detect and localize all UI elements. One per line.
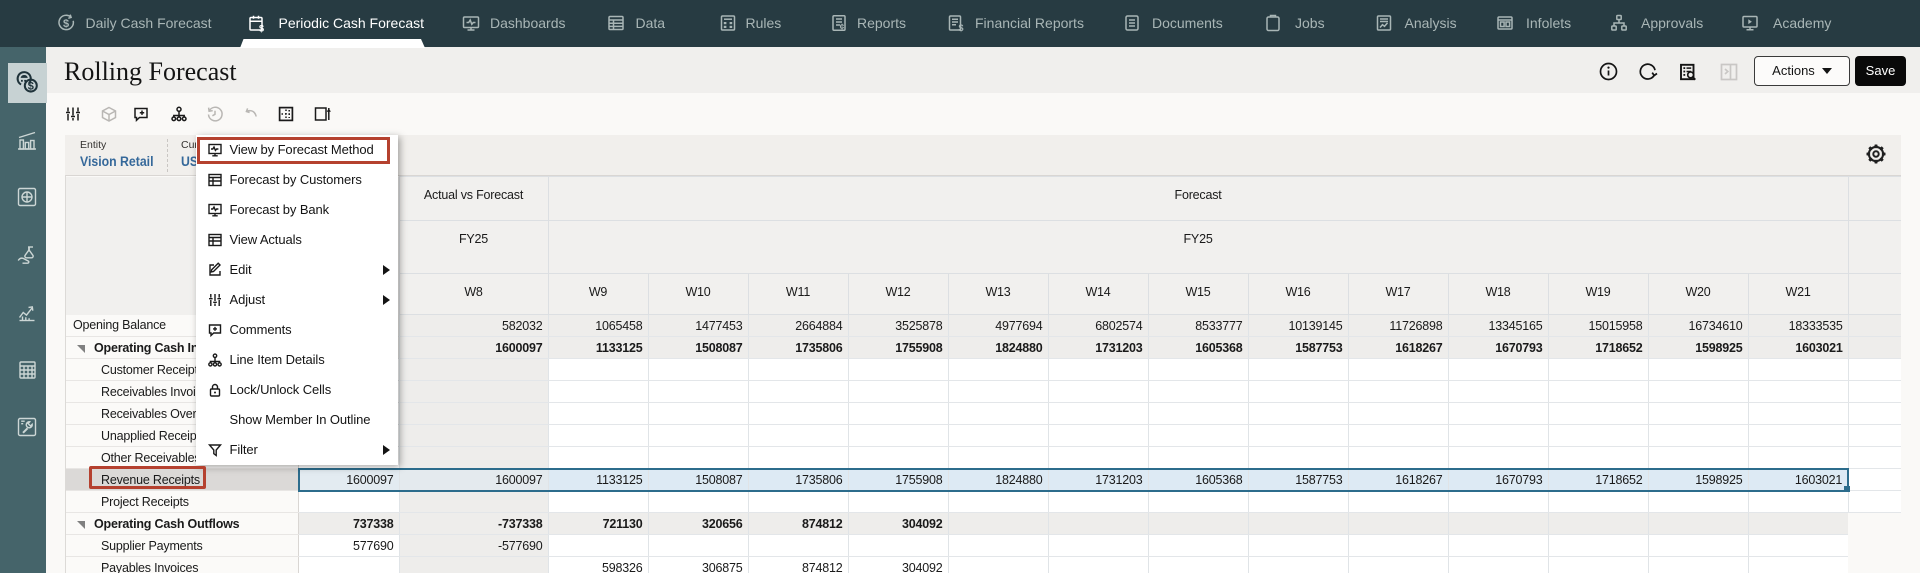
svg-text:$: $ xyxy=(28,81,34,93)
svg-text:¢: ¢ xyxy=(840,23,845,32)
svg-text:$: $ xyxy=(63,18,69,30)
svg-text:$: $ xyxy=(958,23,963,33)
svg-text:$: $ xyxy=(259,24,264,34)
